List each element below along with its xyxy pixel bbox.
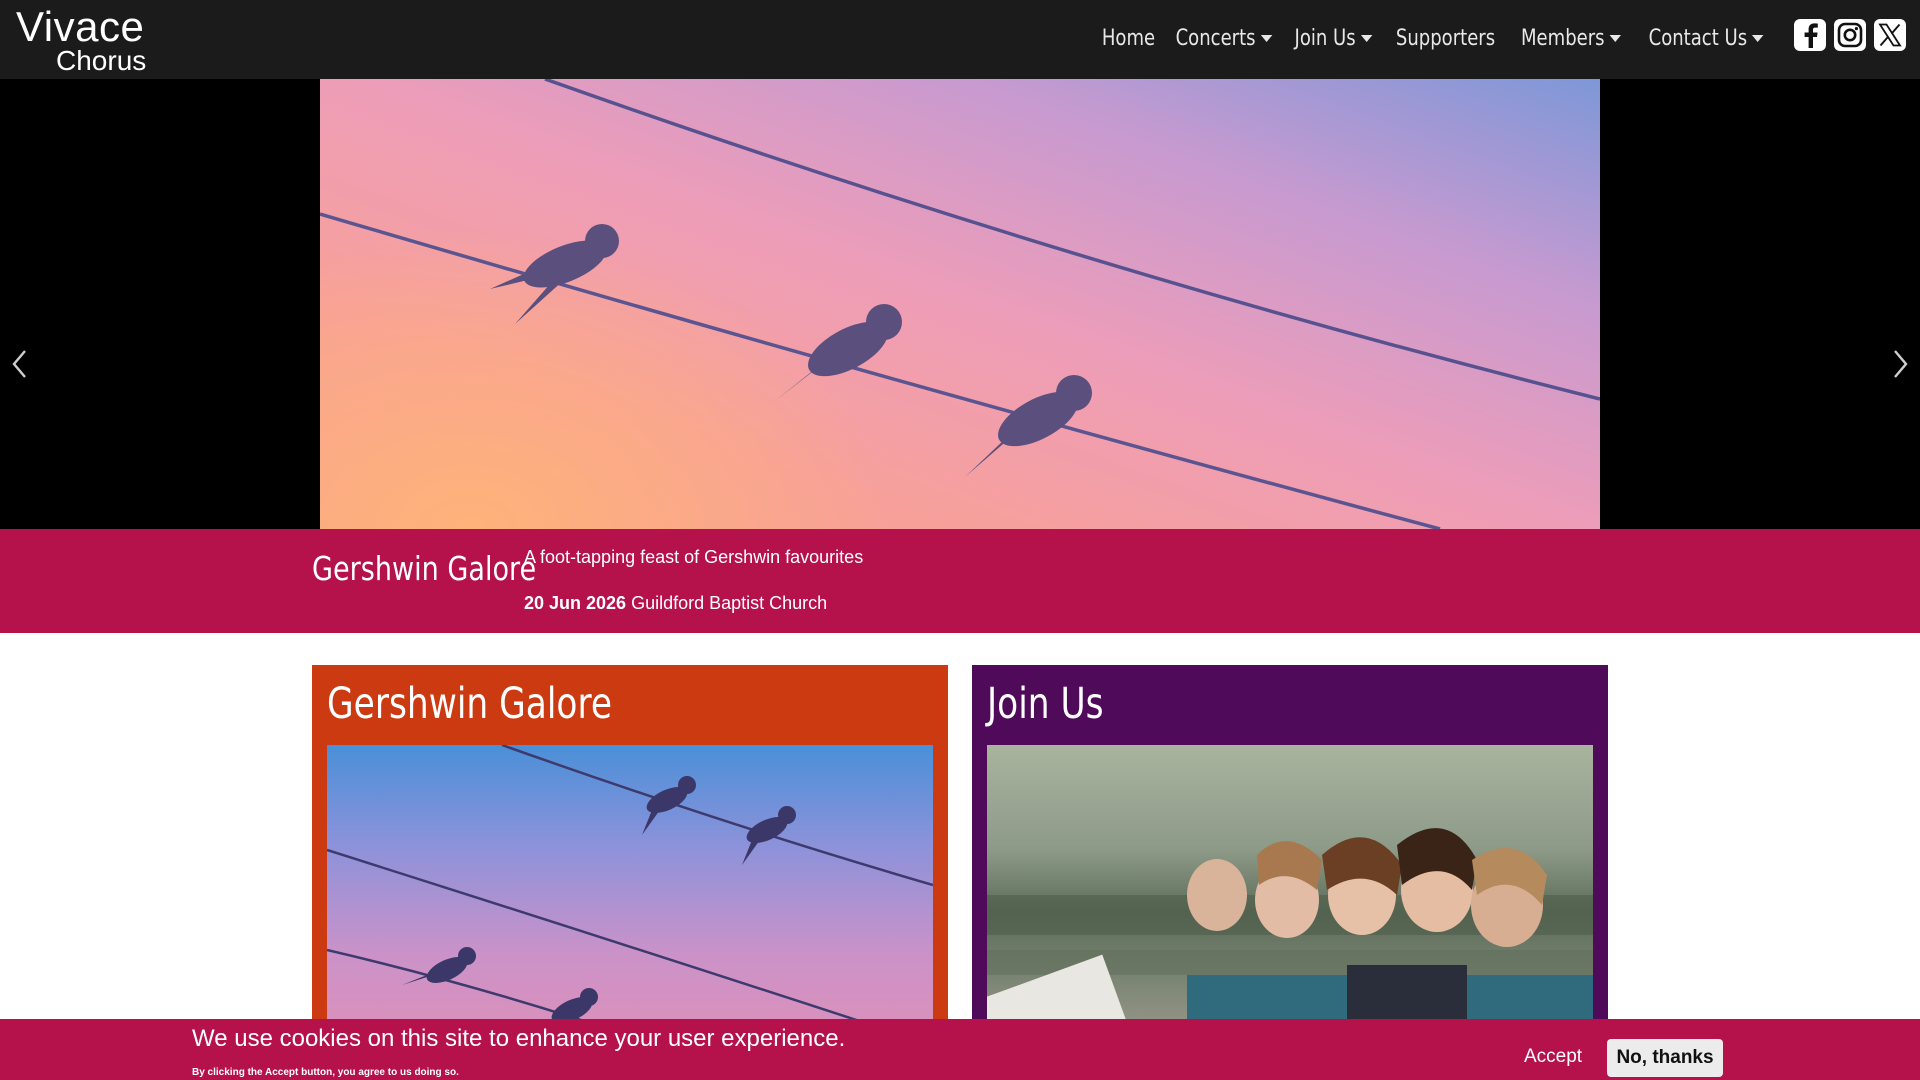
event-venue: Guildford Baptist Church (626, 593, 828, 613)
featured-event-banner[interactable]: Gershwin Galore A foot-tapping feast of … (0, 529, 1920, 633)
nav-item-supporters[interactable]: Supporters (1396, 26, 1495, 51)
logo-line-vivace: Vivace (16, 3, 145, 50)
cookie-subtext: By clicking the Accept button, you agree… (192, 1067, 459, 1078)
swallows-on-wire-illustration (320, 79, 1600, 529)
cookie-accept-button[interactable]: Accept (1524, 1046, 1582, 1068)
nav-item-label: Join Us (1294, 25, 1356, 51)
page: Vivace Chorus Home Concerts Join Us Supp… (0, 0, 1920, 1080)
instagram-link[interactable] (1834, 19, 1866, 51)
site-logo[interactable]: Vivace Chorus (16, 3, 147, 76)
cookie-decline-button[interactable]: No, thanks (1607, 1039, 1723, 1077)
chevron-left-icon (12, 350, 26, 378)
card-join-us[interactable]: Join Us (972, 665, 1608, 1080)
caret-down-icon (1360, 34, 1373, 42)
facebook-icon (1804, 23, 1818, 48)
event-date: 20 Jun 2026 (524, 593, 627, 613)
nav-item-label: Contact Us (1648, 25, 1747, 51)
card-title: Join Us (987, 679, 1104, 729)
event-details: 20 Jun 2026 Guildford Baptist Church (524, 593, 827, 614)
hero-carousel (0, 79, 1920, 529)
chevron-right-icon (1894, 350, 1908, 378)
logo-line-chorus: Chorus (56, 45, 147, 76)
x-link[interactable] (1874, 19, 1906, 51)
x-icon (1878, 23, 1902, 47)
nav-item-label: Supporters (1395, 25, 1495, 51)
nav-item-contact-us[interactable]: Contact Us (1648, 25, 1764, 51)
caret-down-icon (1609, 34, 1621, 42)
facebook-link[interactable] (1794, 19, 1826, 51)
event-title: Gershwin Galore (312, 549, 537, 588)
event-tagline: A foot-tapping feast of Gershwin favouri… (524, 547, 864, 567)
nav-item-label: Home (1101, 25, 1155, 51)
instagram-icon (1837, 22, 1863, 48)
hero-slide-image (320, 79, 1600, 529)
nav-item-home[interactable]: Home (1102, 26, 1155, 51)
cookie-message: We use cookies on this site to enhance y… (192, 1025, 846, 1052)
nav-item-label: Members (1520, 25, 1605, 51)
card-gershwin-galore[interactable]: Gershwin Galore (312, 665, 948, 1080)
top-navbar: Vivace Chorus Home Concerts Join Us Supp… (0, 0, 1920, 79)
nav-item-members[interactable]: Members (1521, 26, 1621, 51)
card-title: Gershwin Galore (327, 679, 613, 729)
social-links (1794, 19, 1906, 51)
carousel-prev-button[interactable] (0, 339, 40, 389)
carousel-next-button[interactable] (1880, 339, 1920, 389)
caret-down-icon (1260, 34, 1272, 42)
caret-down-icon (1751, 34, 1764, 42)
nav-item-join-us[interactable]: Join Us (1295, 26, 1373, 51)
nav-item-label: Concerts (1175, 25, 1256, 51)
nav-item-concerts[interactable]: Concerts (1175, 25, 1272, 51)
main-menu: Home Concerts Join Us Supporters Members… (1102, 20, 1770, 56)
